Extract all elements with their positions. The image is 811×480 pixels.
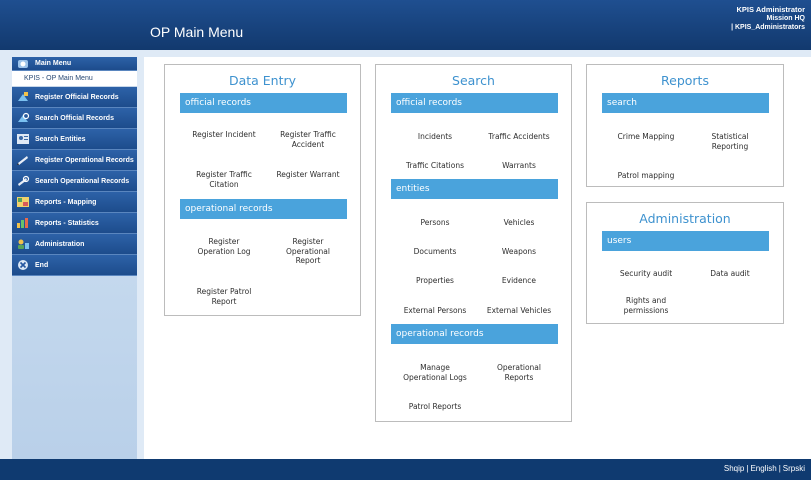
warrants-link[interactable]: Warrants [477, 161, 561, 171]
register-warrant-link[interactable]: Register Warrant [266, 170, 350, 180]
language-srpski-link[interactable]: Srpski [783, 464, 805, 473]
sidebar-item-search-operational-records[interactable]: Search Operational Records [12, 171, 137, 192]
data-audit-link[interactable]: Data audit [688, 269, 772, 279]
operational-reports-link[interactable]: Operational Reports [477, 363, 561, 382]
statistical-reporting-link[interactable]: Statistical Reporting [688, 132, 772, 151]
sidebar-item-label: End [35, 261, 49, 269]
footer-bar: Shqip | English | Srpski [0, 459, 811, 480]
register-operational-report-link[interactable]: Register Operational Report [266, 237, 350, 266]
reports-mapping-icon [16, 196, 30, 208]
sidebar-sub-label: KPIS - OP Main Menu [24, 75, 93, 82]
register-incident-link[interactable]: Register Incident [182, 130, 266, 140]
register-operation-log-link[interactable]: Register Operation Log [182, 237, 266, 256]
documents-link[interactable]: Documents [393, 247, 477, 257]
register-patrol-report-link[interactable]: Register Patrol Report [182, 287, 266, 306]
rights-and-permissions-link[interactable]: Rights and permissions [604, 296, 688, 315]
sidebar-item-label: Register Official Records [35, 93, 119, 101]
data-entry-operational-records-header: operational records [180, 199, 347, 219]
search-title: Search [452, 73, 495, 88]
register-traffic-citation-link[interactable]: Register Traffic Citation [182, 170, 266, 189]
sidebar-item-op-main-menu[interactable]: KPIS - OP Main Menu [12, 71, 137, 87]
reports-panel: Reports search Crime Mapping Statistical… [586, 64, 784, 187]
sidebar-item-main-menu[interactable]: Main Menu [12, 57, 137, 71]
sidebar-item-search-official-records[interactable]: Search Official Records [12, 108, 137, 129]
administration-icon [16, 238, 30, 250]
crime-mapping-link[interactable]: Crime Mapping [604, 132, 688, 142]
search-official-records-header: official records [391, 93, 558, 113]
reports-title: Reports [661, 73, 709, 88]
sidebar-item-administration[interactable]: Administration [12, 234, 137, 255]
sidebar-item-label: Reports - Statistics [35, 219, 99, 227]
language-separator: | [778, 464, 781, 473]
administration-title: Administration [639, 211, 731, 226]
register-operational-records-icon [16, 154, 30, 166]
user-location: Mission HQ [766, 15, 805, 22]
data-entry-panel: Data Entry official records Register Inc… [164, 64, 361, 316]
language-english-link[interactable]: English [750, 464, 776, 473]
language-shqip-link[interactable]: Shqip [724, 464, 744, 473]
patrol-mapping-link[interactable]: Patrol mapping [604, 171, 688, 181]
search-official-records-icon [16, 112, 30, 124]
administration-panel: Administration users Security audit Data… [586, 202, 784, 324]
sidebar-item-register-official-records[interactable]: Register Official Records [12, 87, 137, 108]
reports-search-header: search [602, 93, 769, 113]
register-traffic-accident-link[interactable]: Register Traffic Accident [266, 130, 350, 149]
administration-users-header: users [602, 231, 769, 251]
header-bar: OP Main Menu KPIS Administrator Mission … [0, 0, 811, 50]
end-icon [16, 259, 30, 271]
search-entities-header: entities [391, 179, 558, 199]
search-operational-records-header: operational records [391, 324, 558, 344]
user-info: KPIS Administrator Mission HQ | KPIS_Adm… [731, 5, 805, 32]
sidebar-item-end[interactable]: End [12, 255, 137, 276]
sidebar-item-label: Main Menu [35, 60, 72, 67]
sidebar-item-label: Search Operational Records [35, 177, 130, 185]
search-entities-icon [16, 133, 30, 145]
sidebar-item-register-operational-records[interactable]: Register Operational Records [12, 150, 137, 171]
properties-link[interactable]: Properties [393, 276, 477, 286]
external-vehicles-link[interactable]: External Vehicles [477, 306, 561, 316]
sidebar-item-reports-statistics[interactable]: Reports - Statistics [12, 213, 137, 234]
search-operational-records-icon [16, 175, 30, 187]
reports-statistics-icon [16, 217, 30, 229]
data-entry-title: Data Entry [228, 73, 297, 88]
external-persons-link[interactable]: External Persons [393, 306, 477, 316]
sidebar-item-reports-mapping[interactable]: Reports - Mapping [12, 192, 137, 213]
language-selector: Shqip | English | Srpski [724, 464, 805, 473]
sidebar-item-search-entities[interactable]: Search Entities [12, 129, 137, 150]
main-content: Data Entry official records Register Inc… [144, 57, 811, 459]
user-name: KPIS Administrator [736, 5, 805, 14]
sidebar-item-label: Administration [35, 240, 85, 248]
security-audit-link[interactable]: Security audit [604, 269, 688, 279]
vehicles-link[interactable]: Vehicles [477, 218, 561, 228]
weapons-link[interactable]: Weapons [477, 247, 561, 257]
persons-link[interactable]: Persons [393, 218, 477, 228]
language-separator: | [746, 464, 749, 473]
patrol-reports-link[interactable]: Patrol Reports [393, 402, 477, 412]
traffic-citations-link[interactable]: Traffic Citations [393, 161, 477, 171]
page-title: OP Main Menu [150, 24, 244, 40]
evidence-link[interactable]: Evidence [477, 276, 561, 286]
sidebar-item-label: Register Operational Records [35, 156, 134, 164]
home-icon [16, 58, 30, 70]
search-panel: Search official records Incidents Traffi… [375, 64, 572, 422]
manage-operational-logs-link[interactable]: Manage Operational Logs [393, 363, 477, 382]
incidents-link[interactable]: Incidents [393, 132, 477, 142]
sidebar: Main Menu KPIS - OP Main Menu Register O… [12, 57, 137, 459]
user-role: | KPIS_Administrators [731, 24, 805, 31]
sidebar-item-label: Search Official Records [35, 114, 114, 122]
sidebar-item-label: Reports - Mapping [35, 198, 97, 206]
sidebar-item-label: Search Entities [35, 135, 86, 143]
register-official-records-icon [16, 91, 30, 103]
data-entry-official-records-header: official records [180, 93, 347, 113]
traffic-accidents-link[interactable]: Traffic Accidents [477, 132, 561, 142]
